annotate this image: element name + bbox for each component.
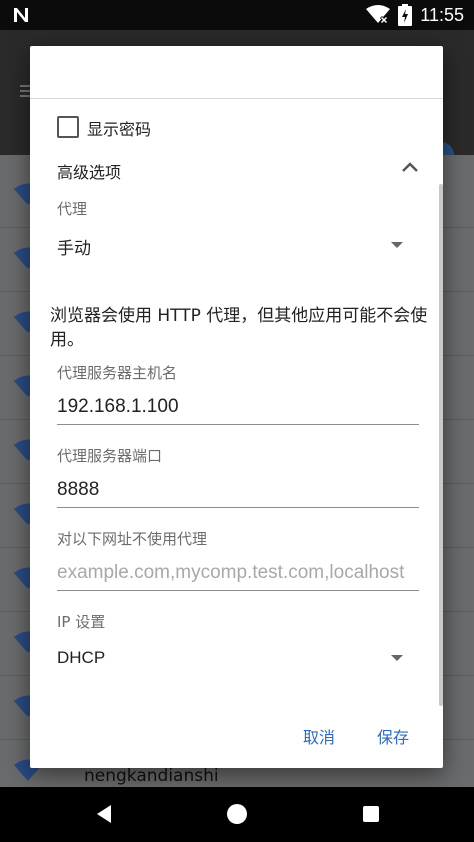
battery-charging-icon (398, 4, 413, 26)
status-bar: 11:55 (0, 0, 474, 30)
show-password-label[interactable]: 显示密码 (87, 116, 151, 140)
home-icon[interactable] (224, 801, 250, 827)
proxy-label: 代理 (57, 200, 88, 218)
status-time: 11:55 (420, 4, 464, 25)
status-right-group: 11:55 (366, 0, 464, 30)
proxy-hostname-input[interactable] (57, 390, 419, 425)
recents-icon[interactable] (358, 801, 384, 827)
dropdown-arrow-icon[interactable] (391, 655, 403, 661)
advanced-options-label[interactable]: 高级选项 (57, 159, 121, 183)
proxy-select[interactable]: 手动 (57, 234, 91, 259)
proxy-bypass-label: 对以下网址不使用代理 (57, 530, 208, 548)
background-row-label: nengkandianshi (84, 766, 219, 786)
wifi-config-dialog: 显示密码 高级选项 代理 手动 浏览器会使用 HTTP 代理，但其他应用可能不会… (30, 46, 443, 768)
cancel-button[interactable]: 取消 (303, 724, 335, 748)
save-button[interactable]: 保存 (377, 724, 409, 748)
show-password-checkbox[interactable] (57, 116, 79, 138)
scrollbar[interactable] (439, 184, 443, 706)
back-icon[interactable] (92, 801, 118, 827)
ip-settings-select[interactable]: DHCP (57, 648, 105, 668)
proxy-port-input[interactable] (57, 473, 419, 508)
divider (30, 98, 443, 99)
notification-n-icon (14, 8, 28, 22)
chevron-up-icon[interactable] (401, 160, 419, 174)
proxy-bypass-input[interactable] (57, 556, 419, 591)
dropdown-arrow-icon[interactable] (391, 242, 403, 248)
wifi-no-internet-icon (366, 5, 391, 25)
ip-settings-label: IP 设置 (57, 613, 106, 631)
proxy-hostname-label: 代理服务器主机名 (57, 364, 178, 382)
proxy-port-label: 代理服务器端口 (57, 447, 163, 465)
navigation-bar (0, 787, 474, 842)
proxy-warning-text: 浏览器会使用 HTTP 代理，但其他应用可能不会使用。 (50, 306, 428, 350)
